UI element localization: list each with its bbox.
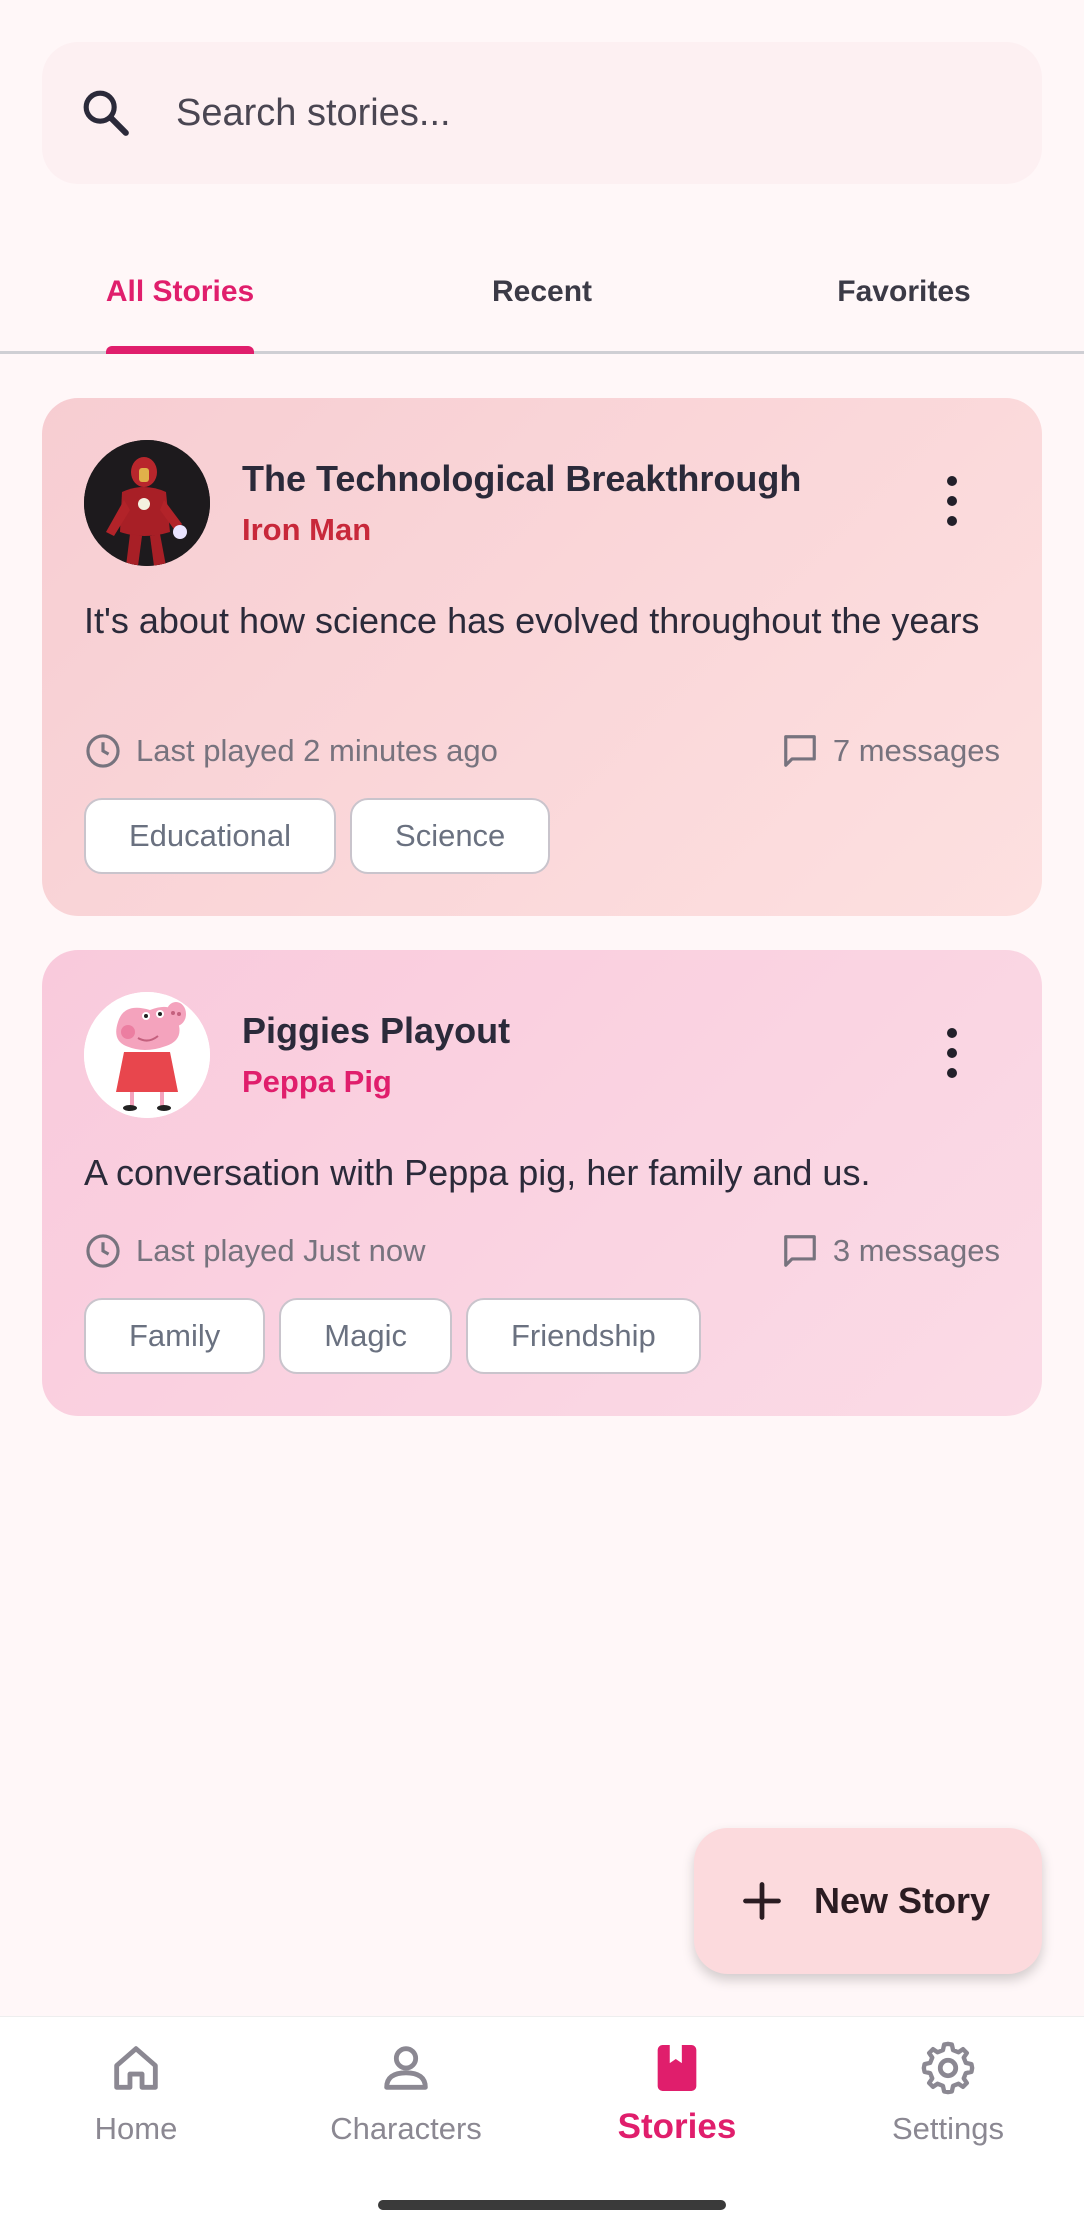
story-card[interactable]: The Technological Breakthrough Iron Man … bbox=[42, 398, 1042, 916]
message-count: 7 messages bbox=[832, 733, 1000, 768]
nav-label: Home bbox=[94, 2111, 178, 2146]
more-options-icon[interactable] bbox=[942, 476, 962, 528]
nav-label: Stories bbox=[617, 2107, 737, 2146]
story-character: Peppa Pig bbox=[242, 1064, 392, 1099]
clock-icon bbox=[86, 1234, 120, 1268]
avatar bbox=[84, 992, 210, 1118]
story-description: A conversation with Peppa pig, her famil… bbox=[84, 1152, 871, 1193]
person-icon bbox=[384, 2046, 428, 2090]
tag-list: Educational Science bbox=[84, 798, 551, 874]
new-story-button[interactable]: New Story bbox=[694, 1828, 1042, 1974]
system-home-indicator[interactable] bbox=[378, 2200, 726, 2210]
tag-chip[interactable]: Educational bbox=[84, 798, 337, 874]
nav-label: Characters bbox=[330, 2111, 482, 2146]
avatar bbox=[84, 440, 210, 566]
tag-chip[interactable]: Family bbox=[84, 1298, 266, 1374]
home-icon bbox=[114, 2046, 158, 2090]
nav-item-characters[interactable]: Characters bbox=[306, 2039, 506, 2159]
message-count: 3 messages bbox=[832, 1233, 1000, 1268]
message-icon bbox=[784, 735, 816, 767]
new-story-label: New Story bbox=[814, 1880, 991, 1921]
nav-item-home[interactable]: Home bbox=[36, 2039, 236, 2159]
search-icon bbox=[83, 90, 129, 136]
message-icon bbox=[784, 1235, 816, 1267]
tag-chip[interactable]: Science bbox=[350, 798, 551, 874]
tag-chip[interactable]: Friendship bbox=[465, 1298, 701, 1374]
tab-favorites[interactable]: Favorites bbox=[724, 230, 1084, 354]
search-input[interactable] bbox=[176, 91, 956, 135]
story-meta: Last played 2 minutes ago 7 messages bbox=[84, 732, 1000, 770]
plus-icon bbox=[743, 1882, 781, 1920]
nav-label: Settings bbox=[891, 2111, 1004, 2146]
story-description: It's about how science has evolved throu… bbox=[84, 600, 980, 641]
last-played-text: Last played Just now bbox=[136, 1233, 426, 1268]
stories-screen: All Stories Recent Favorites The Technol… bbox=[0, 0, 1084, 2232]
more-options-icon[interactable] bbox=[942, 1028, 962, 1080]
tag-list: Family Magic Friendship bbox=[84, 1298, 701, 1374]
tab-recent[interactable]: Recent bbox=[360, 230, 724, 354]
story-tabs: All Stories Recent Favorites bbox=[0, 230, 1084, 354]
tag-chip[interactable]: Magic bbox=[279, 1298, 452, 1374]
clock-icon bbox=[86, 734, 120, 768]
nav-item-stories[interactable]: Stories bbox=[577, 2039, 777, 2159]
story-title: Piggies Playout bbox=[242, 1010, 511, 1051]
nav-item-settings[interactable]: Settings bbox=[848, 2039, 1048, 2159]
tab-all-stories[interactable]: All Stories bbox=[0, 230, 360, 354]
story-title: The Technological Breakthrough bbox=[242, 458, 802, 499]
iron-man-avatar-image bbox=[84, 440, 210, 566]
peppa-pig-avatar-image bbox=[84, 992, 210, 1118]
last-played-text: Last played 2 minutes ago bbox=[136, 733, 498, 768]
gear-icon bbox=[921, 2041, 975, 2095]
book-icon bbox=[657, 2045, 697, 2091]
story-meta: Last played Just now 3 messages bbox=[84, 1232, 1000, 1270]
active-tab-indicator bbox=[106, 346, 254, 354]
story-character: Iron Man bbox=[242, 512, 372, 547]
story-card[interactable]: Piggies Playout Peppa Pig A conversation… bbox=[42, 950, 1042, 1416]
search-bar[interactable] bbox=[42, 42, 1042, 184]
